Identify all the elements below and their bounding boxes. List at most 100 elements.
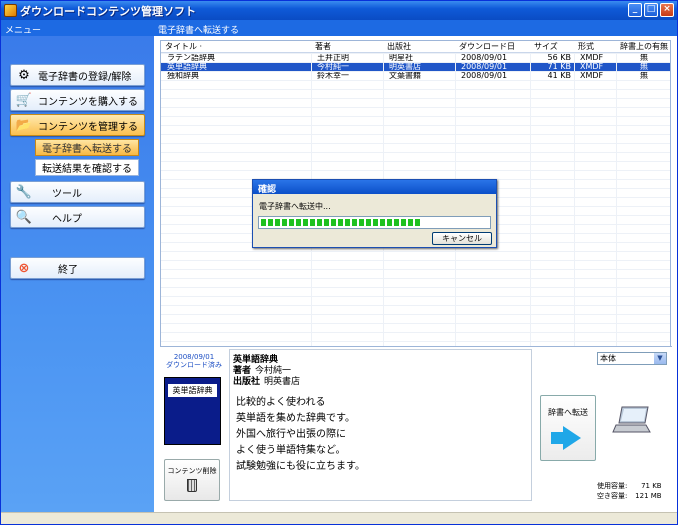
status-bar <box>1 512 677 524</box>
cell-title: 独和辞典 <box>167 71 199 80</box>
title-bar[interactable]: ダウンロードコンテンツ管理ソフト _ □ × <box>1 1 677 20</box>
chevron-down-icon[interactable]: ▼ <box>654 353 666 364</box>
window-title: ダウンロードコンテンツ管理ソフト <box>20 4 196 18</box>
used-value: 71 KB <box>641 482 662 490</box>
detail-panel: 2008/09/01 ダウンロード済み 英単語辞典 コンテンツ削除 英単語辞典 … <box>160 346 672 508</box>
manage-content-button[interactable]: 📂 コンテンツを管理する <box>10 114 145 136</box>
description: 比較的よく使われる 英単語を集めた辞典です。 外国へ旅行や出張の際に よく使う単… <box>236 397 365 472</box>
arrow-right-icon <box>551 426 581 450</box>
grid-row-line <box>161 161 670 162</box>
col-size[interactable]: サイズ <box>530 41 574 53</box>
grid-col-line <box>530 53 531 361</box>
progress-bar <box>258 216 491 229</box>
main-header: 電子辞書へ転送する <box>154 20 677 36</box>
download-date: 2008/09/01 <box>173 353 215 361</box>
col-status[interactable]: 辞書上の有無 <box>616 41 670 53</box>
help-label: ヘルプ <box>52 213 82 225</box>
grid-row-line <box>161 116 670 117</box>
manage-content-label: コンテンツを管理する <box>38 121 138 133</box>
submenu-transfer[interactable]: 電子辞書へ転送する <box>35 139 139 156</box>
laptop-icon <box>612 406 651 433</box>
cell-status: 無 <box>640 53 648 62</box>
main-panel: 電子辞書へ転送する タイトル · 著者 出版社 ダウンロード日 サイズ 形式 辞… <box>154 20 677 512</box>
close-icon: ⊗ <box>18 260 30 276</box>
device-select-value: 本体 <box>600 354 616 363</box>
cell-author: 土井正明 <box>317 53 349 62</box>
exit-label: 終了 <box>58 264 78 276</box>
grid-row-line <box>161 89 670 90</box>
transfer-dialog: 確認 電子辞書へ転送中... キャンセル <box>252 179 497 248</box>
grid-row-line <box>161 323 670 324</box>
help-icon: 🔍 <box>15 209 33 225</box>
col-title[interactable]: タイトル · <box>161 41 311 53</box>
cell-date: 2008/09/01 <box>461 71 508 80</box>
grid-row-line <box>161 125 670 126</box>
dialog-message: 電子辞書へ転送中... <box>259 202 331 211</box>
used-label: 使用容量: <box>597 482 628 490</box>
cell-format: XMDF <box>574 62 616 71</box>
cell-status: 無 <box>640 71 648 80</box>
grid-row-line <box>161 341 670 342</box>
exit-button[interactable]: ⊗ 終了 <box>10 257 145 279</box>
device-select[interactable]: 本体 ▼ <box>597 352 667 365</box>
tools-button[interactable]: 🔧 ツール <box>10 181 145 203</box>
transfer-to-dictionary-button[interactable]: 辞書へ転送 <box>540 395 596 461</box>
free-value: 121 MB <box>635 492 662 500</box>
cell-size: 56 KB <box>547 53 571 62</box>
grid-row-line <box>161 98 670 99</box>
cell-size: 41 KB <box>547 71 571 80</box>
download-status: 2008/09/01 ダウンロード済み <box>164 353 224 369</box>
cell-size: 71 KB <box>530 62 574 71</box>
grid-row-line <box>161 80 670 81</box>
table-row-selected[interactable]: 英単語辞典 今村純一 明英書店 2008/09/01 71 KB XMDF 無 <box>161 62 670 71</box>
content-info: 英単語辞典 著者 今村純一 出版社 明英書店 比較的よく使われる 英単語を集めた辞典… <box>229 349 532 501</box>
thumbnail-label: 英単語辞典 <box>168 384 217 397</box>
table-header: タイトル · 著者 出版社 ダウンロード日 サイズ 形式 辞書上の有無 <box>161 41 670 53</box>
table-row[interactable]: 独和辞典 鈴木幸一 文葉書籍 2008/09/01 41 KB XMDF 無 <box>161 71 670 80</box>
col-date[interactable]: ダウンロード日 <box>455 41 530 53</box>
cancel-button[interactable]: キャンセル <box>432 232 492 245</box>
delete-content-button[interactable]: コンテンツ削除 <box>164 459 220 501</box>
cell-publisher: 明星社 <box>389 53 413 62</box>
cell-date: 2008/09/01 <box>455 62 530 71</box>
cell-format: XMDF <box>580 53 604 62</box>
capacity-info: 使用容量: 71 KB 空き容量: 121 MB <box>597 481 662 501</box>
grid-row-line <box>161 170 670 171</box>
register-dictionary-button[interactable]: ⚙ 電子辞書の登録/解除 <box>10 64 145 86</box>
grid-row-line <box>161 251 670 252</box>
table-row[interactable]: ラテン語辞典 土井正明 明星社 2008/09/01 56 KB XMDF 無 <box>161 53 670 63</box>
cell-title: ラテン語辞典 <box>167 53 215 62</box>
folder-icon: 📂 <box>15 117 33 133</box>
cell-status: 無 <box>616 62 670 71</box>
dialog-title[interactable]: 確認 <box>253 180 496 195</box>
cell-title: 英単語辞典 <box>161 62 311 71</box>
grid-row-line <box>161 260 670 261</box>
grid-row-line <box>161 134 670 135</box>
grid-row-line <box>161 296 670 297</box>
col-format[interactable]: 形式 <box>574 41 616 53</box>
grid-row-line <box>161 269 670 270</box>
cell-author: 鈴木幸一 <box>317 71 349 80</box>
close-window-button[interactable]: × <box>660 3 674 17</box>
grid-col-line <box>616 53 617 361</box>
col-publisher[interactable]: 出版社 <box>383 41 455 53</box>
submenu-check-result[interactable]: 転送結果を確認する <box>35 159 139 176</box>
cell-publisher: 文葉書籍 <box>389 71 421 80</box>
menu-header: メニュー <box>1 20 154 36</box>
maximize-button[interactable]: □ <box>644 3 658 17</box>
register-dictionary-label: 電子辞書の登録/解除 <box>38 71 132 83</box>
progress-fill <box>261 219 420 226</box>
app-window: ダウンロードコンテンツ管理ソフト _ □ × メニュー ⚙ 電子辞書の登録/解除… <box>0 0 678 525</box>
cell-date: 2008/09/01 <box>461 53 508 62</box>
grid-row-line <box>161 143 670 144</box>
grid-row-line <box>161 314 670 315</box>
purchase-content-button[interactable]: 🛒 コンテンツを購入する <box>10 89 145 111</box>
minimize-button[interactable]: _ <box>628 3 642 17</box>
free-label: 空き容量: <box>597 492 628 500</box>
col-author[interactable]: 著者 <box>311 41 383 53</box>
help-button[interactable]: 🔍 ヘルプ <box>10 206 145 228</box>
downloaded-label: ダウンロード済み <box>166 361 222 369</box>
tools-icon: 🔧 <box>15 184 33 200</box>
grid-row-line <box>161 287 670 288</box>
cell-author: 今村純一 <box>311 62 383 71</box>
